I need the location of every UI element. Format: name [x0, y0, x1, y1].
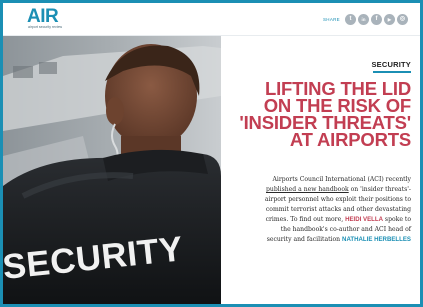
author-name[interactable]: HEIDI VELLA — [345, 216, 383, 223]
share-bar: SHARE t in f ▶ ◎ — [323, 13, 408, 25]
article-headline: LIFTING THE LID ON THE RISK OF 'INSIDER … — [221, 79, 411, 150]
headline-line: AT AIRPORTS — [289, 129, 411, 150]
section-label[interactable]: SECURITY — [371, 60, 411, 69]
standfirst-text: commit terrorist attacks and other devas… — [265, 206, 411, 213]
youtube-icon[interactable]: ▶ — [384, 13, 395, 25]
share-label: SHARE — [322, 16, 340, 22]
twitter-icon[interactable]: t — [345, 13, 356, 25]
magazine-page: AIR airport security review SHARE t in f… — [3, 3, 420, 304]
standfirst-line: published a new handbook on 'insider thr… — [223, 185, 411, 195]
standfirst-text: airport personnel who exploit their posi… — [264, 196, 411, 203]
facebook-icon[interactable]: f — [371, 13, 382, 25]
logo-subtitle: airport security review — [28, 25, 63, 29]
instagram-icon[interactable]: ◎ — [397, 13, 408, 25]
page-header: AIR airport security review SHARE t in f… — [3, 3, 420, 36]
linkedin-icon[interactable]: in — [358, 13, 369, 25]
section-underline — [373, 71, 411, 73]
standfirst-text: the handbook's co-author and ACI head of — [280, 226, 411, 233]
standfirst-text: Airports Council International (ACI) rec… — [272, 176, 411, 183]
logo-wordmark: AIR — [27, 6, 59, 27]
article-column: SECURITY LIFTING THE LID ON THE RISK OF … — [221, 36, 420, 304]
standfirst-text: security and facilitation — [266, 236, 343, 243]
article-standfirst: Airports Council International (ACI) rec… — [223, 175, 411, 245]
standfirst-text: crimes. To find out more, — [265, 216, 346, 223]
standfirst-text: on 'insider threats'- — [348, 186, 411, 193]
standfirst-line: commit terrorist attacks and other devas… — [223, 205, 411, 215]
standfirst-line: Airports Council International (ACI) rec… — [223, 175, 411, 185]
hero-photo-security-guard: SECURITY — [3, 36, 221, 304]
standfirst-line: crimes. To find out more, HEIDI VELLA sp… — [223, 215, 411, 225]
handbook-link[interactable]: published a new handbook — [266, 186, 349, 193]
standfirst-line: airport personnel who exploit their posi… — [223, 195, 411, 205]
interviewee-name[interactable]: NATHALIE HERBELLES — [342, 236, 411, 243]
standfirst-line: the handbook's co-author and ACI head of — [223, 225, 411, 235]
air-logo[interactable]: AIR airport security review — [27, 6, 73, 30]
standfirst-text: spoke to — [383, 216, 411, 223]
standfirst-line: security and facilitation NATHALIE HERBE… — [223, 235, 411, 245]
